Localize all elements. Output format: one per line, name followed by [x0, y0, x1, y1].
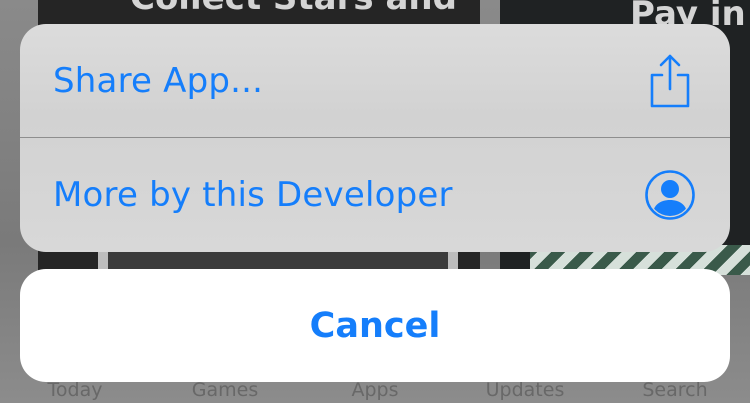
developer-profile-icon	[644, 167, 696, 223]
share-app-action[interactable]: Share App...	[20, 24, 730, 138]
more-by-developer-label: More by this Developer	[53, 175, 453, 215]
share-icon	[644, 53, 696, 109]
more-by-developer-action[interactable]: More by this Developer	[20, 138, 730, 252]
background-card-text: Collect Stars and	[130, 0, 457, 18]
tab-updates: Updates	[485, 379, 565, 401]
action-sheet: Share App... More by this Developer	[20, 24, 730, 252]
cancel-button[interactable]: Cancel	[20, 269, 730, 382]
tab-apps: Apps	[351, 379, 399, 401]
cancel-label: Cancel	[309, 305, 441, 346]
tab-search: Search	[642, 379, 708, 401]
share-app-label: Share App...	[53, 61, 264, 101]
tab-games: Games	[191, 379, 259, 401]
tab-today: Today	[47, 379, 103, 401]
